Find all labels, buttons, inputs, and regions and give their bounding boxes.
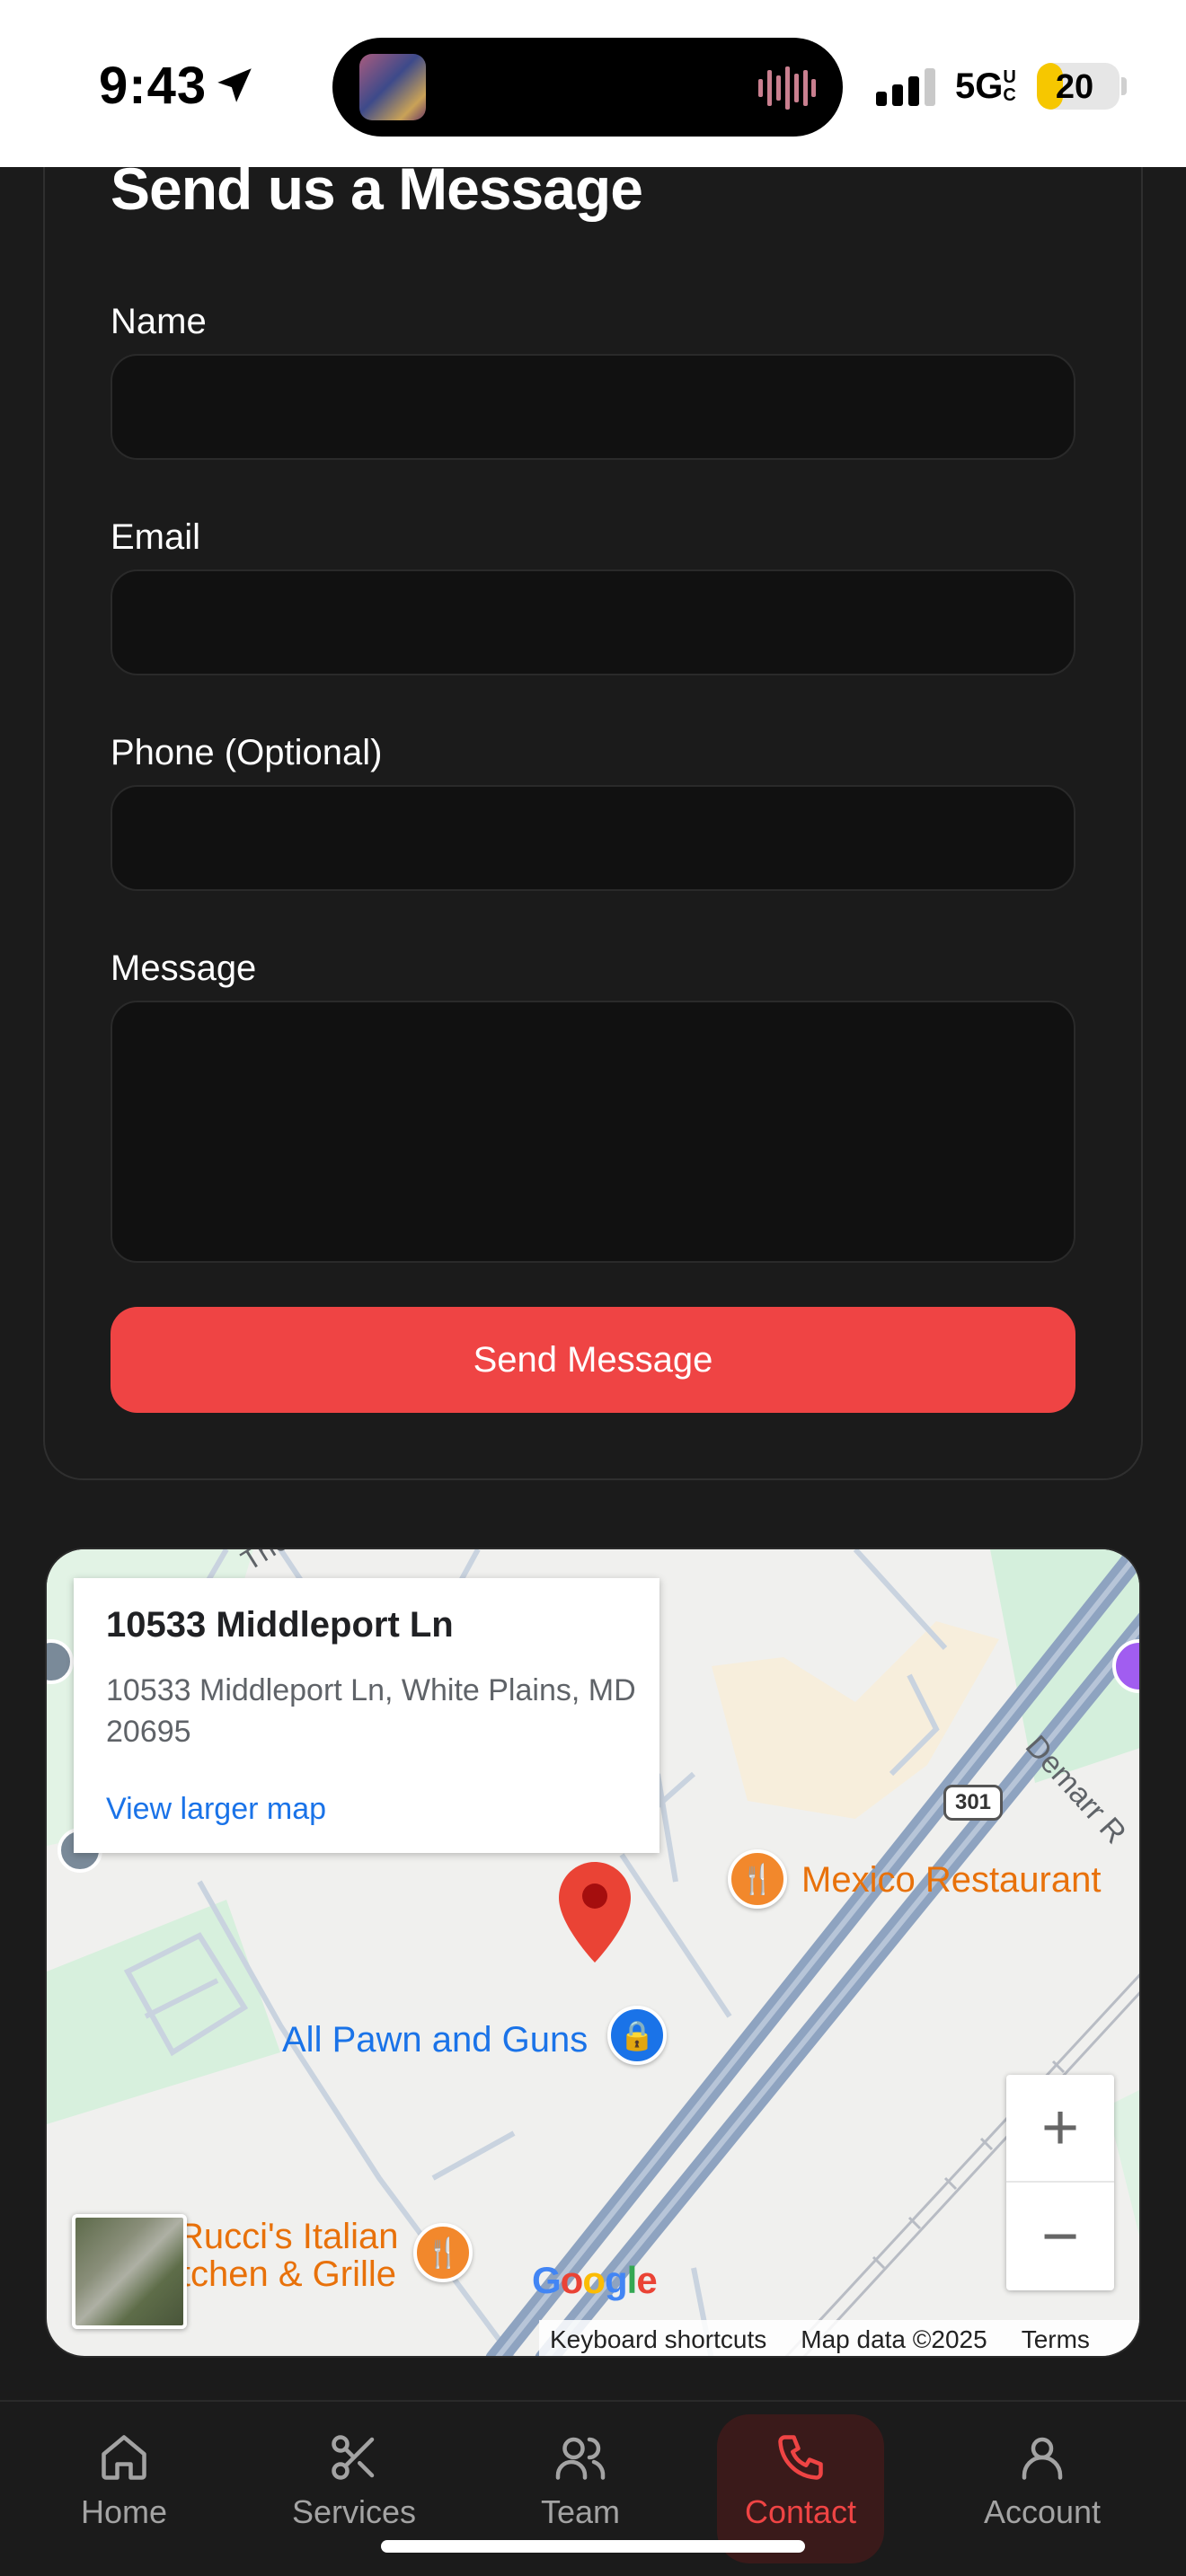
status-bar: 9:43 5GUC 20 — [0, 0, 1186, 167]
tab-home-label: Home — [80, 2493, 168, 2530]
satellite-toggle-thumbnail[interactable] — [72, 2214, 187, 2329]
home-icon — [102, 2435, 146, 2480]
dynamic-island[interactable] — [332, 38, 843, 137]
route-301-shield: 301 — [943, 1785, 1003, 1821]
map-data-text: Map data ©2025 — [801, 2325, 987, 2353]
now-playing-artwork — [359, 54, 426, 120]
battery-percent: 20 — [1055, 68, 1094, 106]
email-field[interactable] — [111, 569, 1075, 675]
name-label: Name — [111, 302, 207, 341]
message-label: Message — [111, 948, 257, 988]
place-title: 10533 Middleport Ln — [106, 1605, 454, 1645]
home-indicator[interactable] — [381, 2540, 805, 2553]
tab-team-label: Team — [540, 2493, 621, 2530]
zoom-out-button[interactable]: − — [1006, 2183, 1114, 2290]
shopping-bag-icon[interactable]: 🔒 — [607, 2006, 667, 2065]
tab-account[interactable]: Account — [972, 2400, 1112, 2576]
signal-bars-icon — [876, 68, 935, 106]
status-time: 9:43 — [99, 57, 208, 115]
email-label: Email — [111, 517, 201, 557]
restaurant-icon[interactable]: 🍴 — [728, 1849, 787, 1909]
tab-services-label: Services — [291, 2493, 417, 2530]
map-attribution-bar: Keyboard shortcuts Map data ©2025 Terms — [539, 2320, 1139, 2356]
poi-ruccis-line1: Rucci's Italian — [178, 2217, 399, 2256]
scissors-icon — [332, 2435, 375, 2480]
zoom-in-button[interactable]: + — [1006, 2075, 1114, 2183]
tab-contact-label: Contact — [744, 2493, 857, 2530]
battery-icon: 20 — [1037, 63, 1120, 110]
poi-ruccis-italian[interactable]: Rucci's Italian itchen & Grille — [173, 2217, 399, 2293]
send-message-button[interactable]: Send Message — [111, 1307, 1075, 1413]
tab-account-label: Account — [983, 2493, 1102, 2530]
poi-ruccis-line2: itchen & Grille — [173, 2254, 396, 2294]
restaurant-icon[interactable]: 🍴 — [413, 2223, 473, 2282]
phone-label: Phone (Optional) — [111, 733, 383, 772]
name-field[interactable] — [111, 354, 1075, 460]
user-icon — [1022, 2437, 1063, 2480]
google-logo: Google — [532, 2259, 658, 2301]
terms-link[interactable]: Terms — [1022, 2325, 1090, 2354]
users-icon — [555, 2437, 606, 2480]
keyboard-shortcuts-link[interactable]: Keyboard shortcuts — [550, 2325, 766, 2354]
phone-icon — [778, 2435, 823, 2480]
poi-all-pawn-and-guns[interactable]: All Pawn and Guns — [282, 2020, 588, 2060]
view-larger-map-link[interactable]: View larger map — [106, 1792, 326, 1827]
location-arrow-icon — [217, 68, 252, 102]
place-info-window: 10533 Middleport Ln 10533 Middleport Ln,… — [74, 1578, 659, 1853]
battery-tip — [1121, 77, 1127, 95]
place-address: 10533 Middleport Ln, White Plains, MD 20… — [106, 1673, 636, 1749]
message-textarea[interactable] — [111, 1001, 1075, 1263]
waveform-icon — [758, 66, 816, 110]
zoom-controls: + − — [1006, 2075, 1114, 2290]
phone-field[interactable] — [111, 785, 1075, 891]
network-type: 5GUC — [955, 66, 1016, 106]
tab-home[interactable]: Home — [70, 2400, 178, 2576]
location-map[interactable]: The Demarr R 301 10533 Middleport Ln 105… — [45, 1548, 1141, 2358]
location-pin-icon[interactable] — [557, 1860, 633, 1964]
poi-mexico-restaurant[interactable]: Mexico Restaurant — [801, 1860, 1101, 1901]
